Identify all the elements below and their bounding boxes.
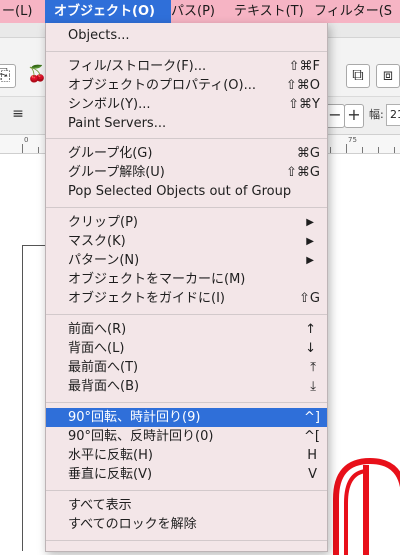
menubar-text[interactable]: テキスト(T) <box>234 0 308 23</box>
menubar: ー(L) オブジェクト(O) パス(P) テキスト(T) フィルター(S <box>0 0 400 23</box>
menu-item-shortcut: ⇧⌘F <box>288 59 320 74</box>
page-border-left <box>22 245 23 551</box>
menu-item-label: クリップ(P) <box>68 215 138 230</box>
submenu-arrow-icon: ▶ <box>306 217 314 228</box>
submenu-arrow-icon: ▶ <box>306 236 314 247</box>
width-minus-button[interactable]: − <box>325 104 345 128</box>
menu-item-symbols[interactable]: シンボル(Y)... ⇧⌘Y <box>46 95 327 114</box>
menu-separator <box>46 490 327 491</box>
menu-item-mask[interactable]: マスク(K) ▶ <box>46 232 327 251</box>
paste-button[interactable]: ⎘ <box>0 64 16 88</box>
arrow-up-icon: ↑ <box>305 322 316 337</box>
menu-item-label: フィル/ストローク(F)... <box>68 59 207 74</box>
menu-item-label: シンボル(Y)... <box>68 97 151 112</box>
selected-shape[interactable] <box>326 455 400 555</box>
menu-item-shortcut: H <box>307 448 317 463</box>
menu-separator <box>46 207 327 208</box>
menu-item-fill-stroke[interactable]: フィル/ストローク(F)... ⇧⌘F <box>46 57 327 76</box>
menu-item-label: すべて表示 <box>68 498 132 513</box>
menu-item-flip-horizontal[interactable]: 水平に反転(H) H <box>46 446 327 465</box>
width-plus-button[interactable]: + <box>344 104 364 128</box>
menu-item-label: オブジェクトのプロパティ(O)... <box>68 78 256 93</box>
menu-item-group[interactable]: グループ化(G) ⌘G <box>46 144 327 163</box>
menu-separator <box>46 51 327 52</box>
menubar-object[interactable]: オブジェクト(O) <box>45 0 171 23</box>
menu-item-label: グループ解除(U) <box>68 165 165 180</box>
group-button[interactable]: ⧉ <box>346 64 370 88</box>
menu-item-label: 最前面へ(T) <box>68 360 139 375</box>
menu-item-label: 垂直に反転(V) <box>68 467 153 482</box>
width-label: 幅: <box>369 108 384 121</box>
menubar-layer[interactable]: ー(L) <box>0 0 46 23</box>
arrow-to-top-icon: ⤒ <box>310 360 316 375</box>
submenu-arrow-icon: ▶ <box>306 255 314 266</box>
menu-item-label: すべてのロックを解除 <box>68 517 197 532</box>
menu-separator <box>46 138 327 139</box>
object-menu: Objects... フィル/ストローク(F)... ⇧⌘F オブジェクトのプロ… <box>45 23 328 552</box>
menu-item-raise[interactable]: 前面へ(R) ↑ <box>46 320 327 339</box>
menu-item-object-properties[interactable]: オブジェクトのプロパティ(O)... ⇧⌘O <box>46 76 327 95</box>
menu-item-flip-vertical[interactable]: 垂直に反転(V) V <box>46 465 327 484</box>
menu-item-label: 最背面へ(B) <box>68 379 140 394</box>
menu-separator <box>46 402 327 403</box>
menu-separator <box>46 314 327 315</box>
menu-item-rotate-90-ccw[interactable]: 90°回転、反時計回り(0) ^[ <box>46 427 327 446</box>
menu-separator <box>46 540 327 541</box>
menubar-filter[interactable]: フィルター(S <box>314 0 400 23</box>
menu-item-label: 水平に反転(H) <box>68 448 153 463</box>
width-input[interactable]: 21 <box>386 104 400 126</box>
menu-item-shortcut: ⇧⌘G <box>286 165 320 180</box>
menu-item-shortcut: ⇧⌘Y <box>288 97 320 112</box>
menu-item-shortcut: ⇧G <box>299 291 320 306</box>
menu-item-pop-out-of-group[interactable]: Pop Selected Objects out of Group <box>46 182 327 201</box>
menubar-path[interactable]: パス(P) <box>170 0 223 23</box>
menu-item-shortcut: ^[ <box>304 429 320 444</box>
menu-item-label: Objects... <box>68 28 130 43</box>
menu-item-label: Pop Selected Objects out of Group <box>68 184 292 199</box>
menu-item-raise-to-top[interactable]: 最前面へ(T) ⤒ <box>46 358 327 377</box>
menu-item-unlock-all[interactable]: すべてのロックを解除 <box>46 515 327 534</box>
menu-item-shortcut: ⌘G <box>296 146 320 161</box>
menu-item-paint-servers[interactable]: Paint Servers... <box>46 114 327 133</box>
menu-item-label: 背面へ(L) <box>68 341 125 356</box>
ungroup-button[interactable]: ⧈ <box>376 64 400 88</box>
menu-item-label: グループ化(G) <box>68 146 153 161</box>
menu-item-label: マスク(K) <box>68 234 126 249</box>
menu-item-objects-to-guides[interactable]: オブジェクトをガイドに(I) ⇧G <box>46 289 327 308</box>
menu-item-rotate-90-cw[interactable]: 90°回転、時計回り(9) ^] <box>46 408 327 427</box>
menu-item-label: 90°回転、時計回り(9) <box>68 410 201 425</box>
ruler-label-0: 0 <box>24 136 29 144</box>
menu-item-label: 前面へ(R) <box>68 322 127 337</box>
menu-item-label: オブジェクトをマーカーに(M) <box>68 272 246 287</box>
menu-item-shortcut: ⇧⌘O <box>285 78 320 93</box>
menu-item-shortcut: ^] <box>304 410 320 425</box>
menu-item-shortcut: V <box>308 467 317 482</box>
align-text-icon[interactable]: ≡ <box>8 104 28 124</box>
menu-item-clip[interactable]: クリップ(P) ▶ <box>46 213 327 232</box>
menu-item-unhide-all[interactable]: すべて表示 <box>46 496 327 515</box>
ruler-label-75: 75 <box>348 136 357 144</box>
menu-item-label: 90°回転、反時計回り(0) <box>68 429 214 444</box>
menu-item-ungroup[interactable]: グループ解除(U) ⇧⌘G <box>46 163 327 182</box>
menu-item-lower-to-bottom[interactable]: 最背面へ(B) ⤓ <box>46 377 327 396</box>
arrow-down-icon: ↓ <box>305 341 316 356</box>
menu-item-label: オブジェクトをガイドに(I) <box>68 291 225 306</box>
menu-item-label: Paint Servers... <box>68 116 167 131</box>
menu-item-objects[interactable]: Objects... <box>46 26 327 45</box>
menu-item-pattern[interactable]: パターン(N) ▶ <box>46 251 327 270</box>
menu-item-label: パターン(N) <box>68 253 140 268</box>
arrow-to-bottom-icon: ⤓ <box>310 379 316 394</box>
menu-item-objects-to-marker[interactable]: オブジェクトをマーカーに(M) <box>46 270 327 289</box>
menu-item-lower[interactable]: 背面へ(L) ↓ <box>46 339 327 358</box>
